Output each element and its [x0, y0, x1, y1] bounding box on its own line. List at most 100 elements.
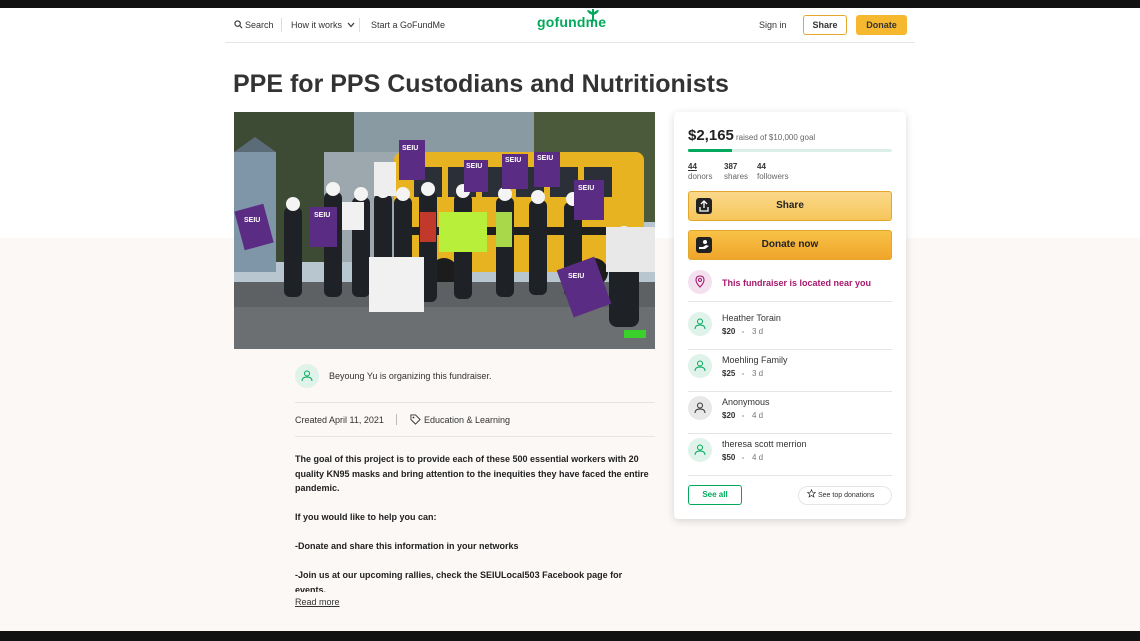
donation-item: Heather Torain $20 3 d — [688, 309, 892, 350]
sign-in-link[interactable]: Sign in — [759, 20, 787, 30]
progress-fill — [688, 149, 733, 152]
sign-text: SEIU — [505, 157, 521, 164]
meta-divider — [396, 414, 398, 425]
donation-amount: $20 — [722, 327, 736, 336]
screen-top-bar — [0, 0, 1140, 8]
nav-divider — [281, 18, 282, 32]
donor-avatar — [688, 312, 712, 336]
description-paragraph: The goal of this project is to provide e… — [295, 454, 649, 493]
sign-text: SEIU — [537, 155, 553, 162]
rally-photo: SEIU SEIU SEIU SEIU SEIU SEIU SEIU SEIU — [234, 112, 655, 349]
stat-shares: 387 shares — [724, 162, 748, 182]
read-more-link[interactable]: Read more — [295, 597, 340, 607]
person-heart-icon — [694, 318, 706, 330]
campaign-description: The goal of this project is to provide e… — [295, 452, 655, 592]
screen-bottom-bar — [0, 631, 1140, 641]
nav-donate-button[interactable]: Donate — [856, 15, 907, 35]
donor-avatar — [688, 438, 712, 462]
sign-in-label: Sign in — [759, 20, 787, 30]
stat-label: shares — [724, 172, 749, 181]
goal-text: raised of $10,000 goal — [736, 133, 816, 142]
donation-item: theresa scott merrion $50 4 d — [688, 435, 892, 476]
chevron-down-icon — [347, 22, 354, 28]
stat-number: 44 — [757, 162, 766, 171]
start-gofundme-link[interactable]: Start a GoFundMe — [371, 20, 445, 30]
nav-divider — [359, 18, 360, 32]
search-label: Search — [245, 20, 274, 30]
donation-item: Moehling Family $25 3 d — [688, 351, 892, 392]
star-icon — [806, 488, 817, 498]
stat-followers: 44 followers — [757, 162, 789, 182]
donation-time: 4 d — [752, 411, 764, 420]
start-label: Start a GoFundMe — [371, 20, 446, 30]
gofundme-logo[interactable]: gofundme — [537, 9, 606, 30]
donation-amount: $20 — [722, 411, 736, 420]
campaign-meta: Created April 11, 2021 Education & Learn… — [295, 414, 510, 425]
donate-now-button[interactable]: Donate now — [688, 230, 892, 260]
donor-name: theresa scott merrion — [722, 439, 807, 449]
search-icon — [234, 20, 243, 29]
donation-item: Anonymous $20 4 d — [688, 393, 892, 434]
how-it-works-label: How it works — [291, 20, 343, 30]
description-paragraph: -Join us at our upcoming rallies, check … — [295, 570, 623, 592]
how-it-works-menu[interactable]: How it works — [291, 20, 355, 30]
share-button-label: Share — [776, 200, 804, 211]
donor-name: Heather Torain — [722, 313, 781, 323]
description-paragraph: -Donate and share this information in yo… — [295, 541, 519, 551]
card-divider — [688, 301, 892, 302]
separator-dot — [742, 373, 744, 375]
donor-avatar — [688, 396, 712, 420]
progress-bar — [688, 149, 892, 152]
nav-share-button[interactable]: Share — [803, 15, 847, 35]
stat-donors[interactable]: 44 donors — [688, 162, 712, 182]
stat-number: 387 — [724, 162, 738, 171]
created-date: Created April 11, 2021 — [295, 415, 384, 425]
category-label: Education & Learning — [423, 415, 510, 425]
organizer-text: Beyoung Yu is organizing this fundraiser… — [329, 371, 492, 381]
stat-label: followers — [757, 172, 789, 181]
donation-amount: $50 — [722, 453, 736, 462]
description-paragraph: If you would like to help you can: — [295, 512, 437, 522]
donation-sidebar-card: $2,165 raised of $10,000 goal 44 donors … — [674, 112, 906, 519]
raised-amount: $2,165 — [688, 127, 734, 144]
sign-text: SEIU — [244, 217, 260, 224]
donor-avatar — [688, 354, 712, 378]
sign-text: SEIU — [578, 185, 594, 192]
sign-text: SEIU — [314, 212, 330, 219]
separator-dot — [742, 457, 744, 459]
sign-text: SEIU — [466, 163, 482, 170]
location-notice-text: This fundraiser is located near you — [722, 278, 872, 288]
nav-donate-label: Donate — [866, 20, 897, 30]
donation-time: 3 d — [752, 327, 764, 336]
donor-name: Anonymous — [722, 397, 770, 407]
donation-amount: $25 — [722, 369, 736, 378]
person-heart-icon — [694, 402, 706, 414]
donor-name: Moehling Family — [722, 355, 788, 365]
sign-text: SEIU — [568, 273, 584, 280]
stat-number: 44 — [688, 162, 697, 171]
see-top-donations-button[interactable]: See top donations — [798, 486, 892, 505]
organizer-avatar — [295, 364, 319, 388]
tag-icon — [410, 414, 421, 425]
campaign-hero-image[interactable]: SEIU SEIU SEIU SEIU SEIU SEIU SEIU SEIU — [234, 112, 655, 349]
separator-dot — [742, 331, 744, 333]
stat-label: donors — [688, 172, 713, 181]
search-link[interactable]: Search — [234, 20, 274, 30]
see-all-button[interactable]: See all — [688, 485, 742, 505]
person-heart-icon — [694, 360, 706, 372]
location-pin-icon — [688, 270, 712, 294]
share-button[interactable]: Share — [688, 191, 892, 221]
section-divider — [295, 402, 655, 403]
category-link[interactable]: Education & Learning — [410, 414, 510, 425]
top-navigation: Search How it works Start a GoFundMe gof… — [225, 8, 915, 43]
sign-text: SEIU — [402, 145, 418, 152]
donate-now-label: Donate now — [761, 239, 819, 250]
gofundme-sprout-icon — [587, 9, 599, 21]
person-heart-icon — [694, 444, 706, 456]
donation-time: 3 d — [752, 369, 764, 378]
person-heart-icon — [301, 370, 313, 382]
organizer-row: Beyoung Yu is organizing this fundraiser… — [295, 364, 655, 390]
separator-dot — [742, 415, 744, 417]
nav-share-label: Share — [812, 20, 838, 30]
section-divider — [295, 436, 655, 437]
